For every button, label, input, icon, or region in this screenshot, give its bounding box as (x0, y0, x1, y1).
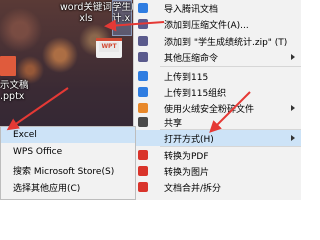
chevron-right-icon (291, 105, 295, 111)
desktop-file-label-student-scores: 学生成 计.x (112, 2, 133, 24)
archive-icon (138, 19, 148, 29)
pptx-file-icon[interactable] (0, 56, 16, 76)
image-convert-icon (138, 166, 148, 176)
share-icon (138, 117, 148, 127)
menu-item-open-with[interactable]: 打开方式(H) (134, 130, 301, 146)
zip-icon (138, 36, 148, 46)
context-menu: 导入腾讯文档 添加到压缩文件(A)... 添加到 "学生成绩统计.zip" (T… (133, 0, 301, 200)
menu-item-convert-pdf[interactable]: 转换为PDF (134, 147, 301, 163)
wpt-bar (96, 38, 122, 41)
menu-separator (160, 66, 301, 67)
menu-item-convert-image[interactable]: 转换为图片 (134, 163, 301, 179)
menu-item-other-compress[interactable]: 其他压缩命令 (134, 49, 301, 65)
desktop-file-label-word-keywords[interactable]: word关键词 xls (60, 2, 112, 24)
submenu-item-choose-other-app[interactable]: 选择其他应用(C) (1, 179, 135, 195)
menu-item-import-tencent-docs[interactable]: 导入腾讯文档 (134, 0, 301, 16)
menu-item-upload-115-org[interactable]: 上传到115组织 (134, 84, 301, 100)
tencent-docs-icon (138, 3, 148, 13)
pdf-icon (138, 150, 148, 160)
submenu-item-excel[interactable]: Excel (1, 127, 135, 143)
chevron-right-icon (291, 135, 295, 141)
desktop-file-label-presentation[interactable]: 示文稿 .pptx (0, 80, 29, 102)
menu-item-merge-split[interactable]: 文档合并/拆分 (134, 179, 301, 195)
submenu-item-search-store[interactable]: 搜索 Microsoft Store(S) (1, 162, 135, 178)
wpt-file-icon[interactable]: WPT (96, 38, 122, 58)
archive-more-icon (138, 52, 148, 62)
menu-item-add-to-zip[interactable]: 添加到 "学生成绩统计.zip" (T) (134, 33, 301, 49)
menu-item-add-to-archive[interactable]: 添加到压缩文件(A)... (134, 16, 301, 32)
cloud-115-org-icon (138, 87, 148, 97)
open-with-submenu: Excel WPS Office 搜索 Microsoft Store(S) 选… (0, 126, 136, 200)
submenu-item-wps-office[interactable]: WPS Office (1, 144, 135, 160)
cloud-115-icon (138, 71, 148, 81)
menu-item-upload-115[interactable]: 上传到115 (134, 68, 301, 84)
wpt-badge: WPT (99, 42, 119, 52)
chevron-right-icon (291, 54, 295, 60)
menu-item-share[interactable]: 共享 (134, 114, 301, 130)
merge-split-icon (138, 182, 148, 192)
shred-icon (138, 103, 148, 113)
